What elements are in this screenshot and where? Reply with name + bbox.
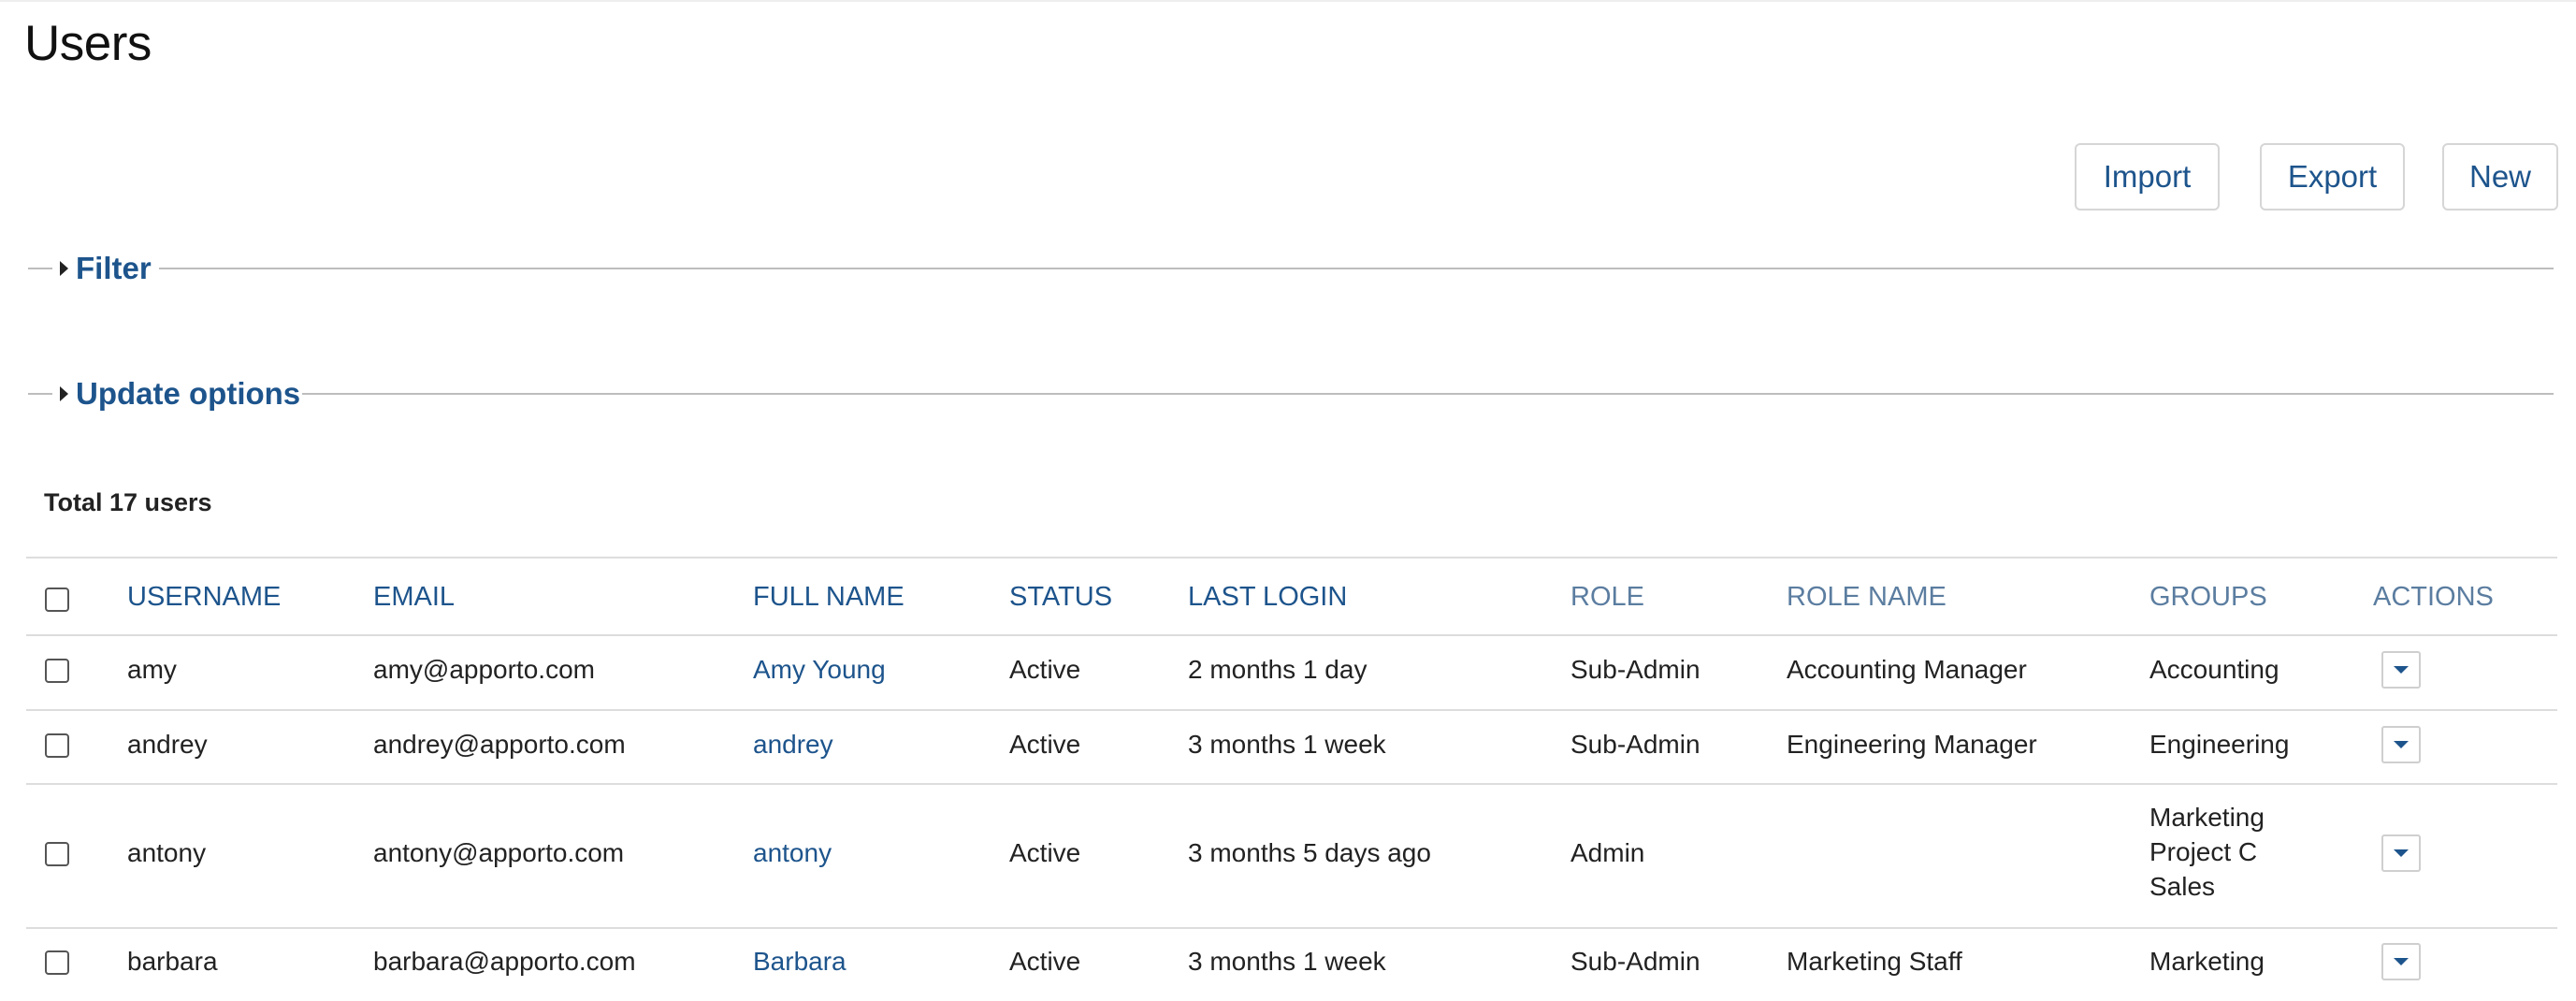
- cell-role: Sub-Admin: [1570, 947, 1700, 976]
- row-checkbox[interactable]: [45, 733, 69, 758]
- row-checkbox[interactable]: [45, 842, 69, 866]
- select-all-checkbox[interactable]: [45, 588, 69, 612]
- cell-role: Sub-Admin: [1570, 730, 1700, 759]
- update-options-label: Update options: [76, 376, 301, 411]
- cell-username: antony: [127, 838, 207, 867]
- row-actions-dropdown[interactable]: [2381, 651, 2421, 689]
- group-item: Marketing: [2149, 803, 2265, 832]
- cell-groups: Accounting: [2149, 655, 2279, 684]
- page-title: Users: [24, 16, 152, 71]
- column-header-last-login[interactable]: LAST LOGIN: [1188, 582, 1347, 613]
- divider: [26, 709, 2557, 711]
- cell-last-login: 3 months 5 days ago: [1188, 838, 1431, 867]
- total-users-count: Total 17 users: [44, 488, 212, 516]
- caret-down-icon: [2394, 958, 2409, 965]
- divider: [26, 783, 2557, 785]
- filter-toggle[interactable]: Filter: [60, 245, 165, 292]
- row-actions-dropdown[interactable]: [2381, 834, 2421, 872]
- top-border: [0, 0, 2576, 2]
- update-options-toggle[interactable]: Update options: [60, 370, 314, 417]
- divider: [159, 268, 2554, 269]
- export-button[interactable]: Export: [2260, 143, 2405, 210]
- new-button[interactable]: New: [2442, 143, 2558, 210]
- column-header-full-name[interactable]: FULL NAME: [753, 582, 904, 613]
- cell-username: amy: [127, 655, 177, 684]
- cell-email: antony@apporto.com: [373, 838, 625, 867]
- group-item: Sales: [2149, 872, 2216, 901]
- update-options-section: Update options: [28, 370, 2554, 417]
- column-header-email[interactable]: EMAIL: [373, 582, 455, 613]
- caret-down-icon: [2394, 849, 2409, 857]
- divider: [302, 393, 2554, 395]
- column-header-role-name: ROLE NAME: [1787, 582, 1946, 612]
- filter-section: Filter: [28, 245, 2554, 292]
- cell-status: Active: [1009, 838, 1081, 867]
- cell-role-name: Accounting Manager: [1787, 655, 2027, 684]
- cell-username: andrey: [127, 730, 208, 759]
- group-item: Project C: [2149, 837, 2258, 866]
- divider: [26, 634, 2557, 636]
- column-header-role: ROLE: [1570, 582, 1644, 612]
- cell-last-login: 3 months 1 week: [1188, 947, 1386, 976]
- cell-status: Active: [1009, 947, 1081, 976]
- cell-email: amy@apporto.com: [373, 655, 595, 684]
- cell-username: barbara: [127, 947, 218, 976]
- caret-right-icon: [60, 261, 68, 276]
- row-checkbox[interactable]: [45, 659, 69, 683]
- cell-role-name: Marketing Staff: [1787, 947, 1962, 976]
- row-checkbox[interactable]: [45, 950, 69, 975]
- cell-role: Admin: [1570, 838, 1645, 867]
- cell-last-login: 3 months 1 week: [1188, 730, 1386, 759]
- cell-role-name: Engineering Manager: [1787, 730, 2037, 759]
- caret-right-icon: [60, 386, 68, 401]
- divider: [28, 268, 52, 269]
- cell-email: andrey@apporto.com: [373, 730, 626, 759]
- cell-groups: Marketing: [2149, 947, 2265, 976]
- cell-full-name-link[interactable]: Amy Young: [753, 655, 886, 685]
- cell-full-name-link[interactable]: andrey: [753, 730, 833, 760]
- caret-down-icon: [2394, 666, 2409, 674]
- row-actions-dropdown[interactable]: [2381, 726, 2421, 763]
- cell-role: Sub-Admin: [1570, 655, 1700, 684]
- divider: [28, 393, 52, 395]
- cell-email: barbara@apporto.com: [373, 947, 636, 976]
- column-header-status[interactable]: STATUS: [1009, 582, 1112, 613]
- import-button[interactable]: Import: [2075, 143, 2220, 210]
- table-top-border: [26, 557, 2557, 559]
- column-header-actions: ACTIONS: [2373, 582, 2494, 612]
- cell-full-name-link[interactable]: antony: [753, 838, 832, 868]
- cell-full-name-link[interactable]: Barbara: [753, 947, 847, 977]
- cell-groups: Marketing Project C Sales: [2149, 800, 2265, 904]
- cell-status: Active: [1009, 655, 1081, 684]
- column-header-groups: GROUPS: [2149, 582, 2267, 612]
- cell-groups: Engineering: [2149, 730, 2290, 759]
- cell-last-login: 2 months 1 day: [1188, 655, 1368, 684]
- filter-label: Filter: [76, 251, 152, 285]
- caret-down-icon: [2394, 741, 2409, 748]
- cell-status: Active: [1009, 730, 1081, 759]
- row-actions-dropdown[interactable]: [2381, 943, 2421, 980]
- column-header-username[interactable]: USERNAME: [127, 582, 281, 613]
- divider: [26, 927, 2557, 929]
